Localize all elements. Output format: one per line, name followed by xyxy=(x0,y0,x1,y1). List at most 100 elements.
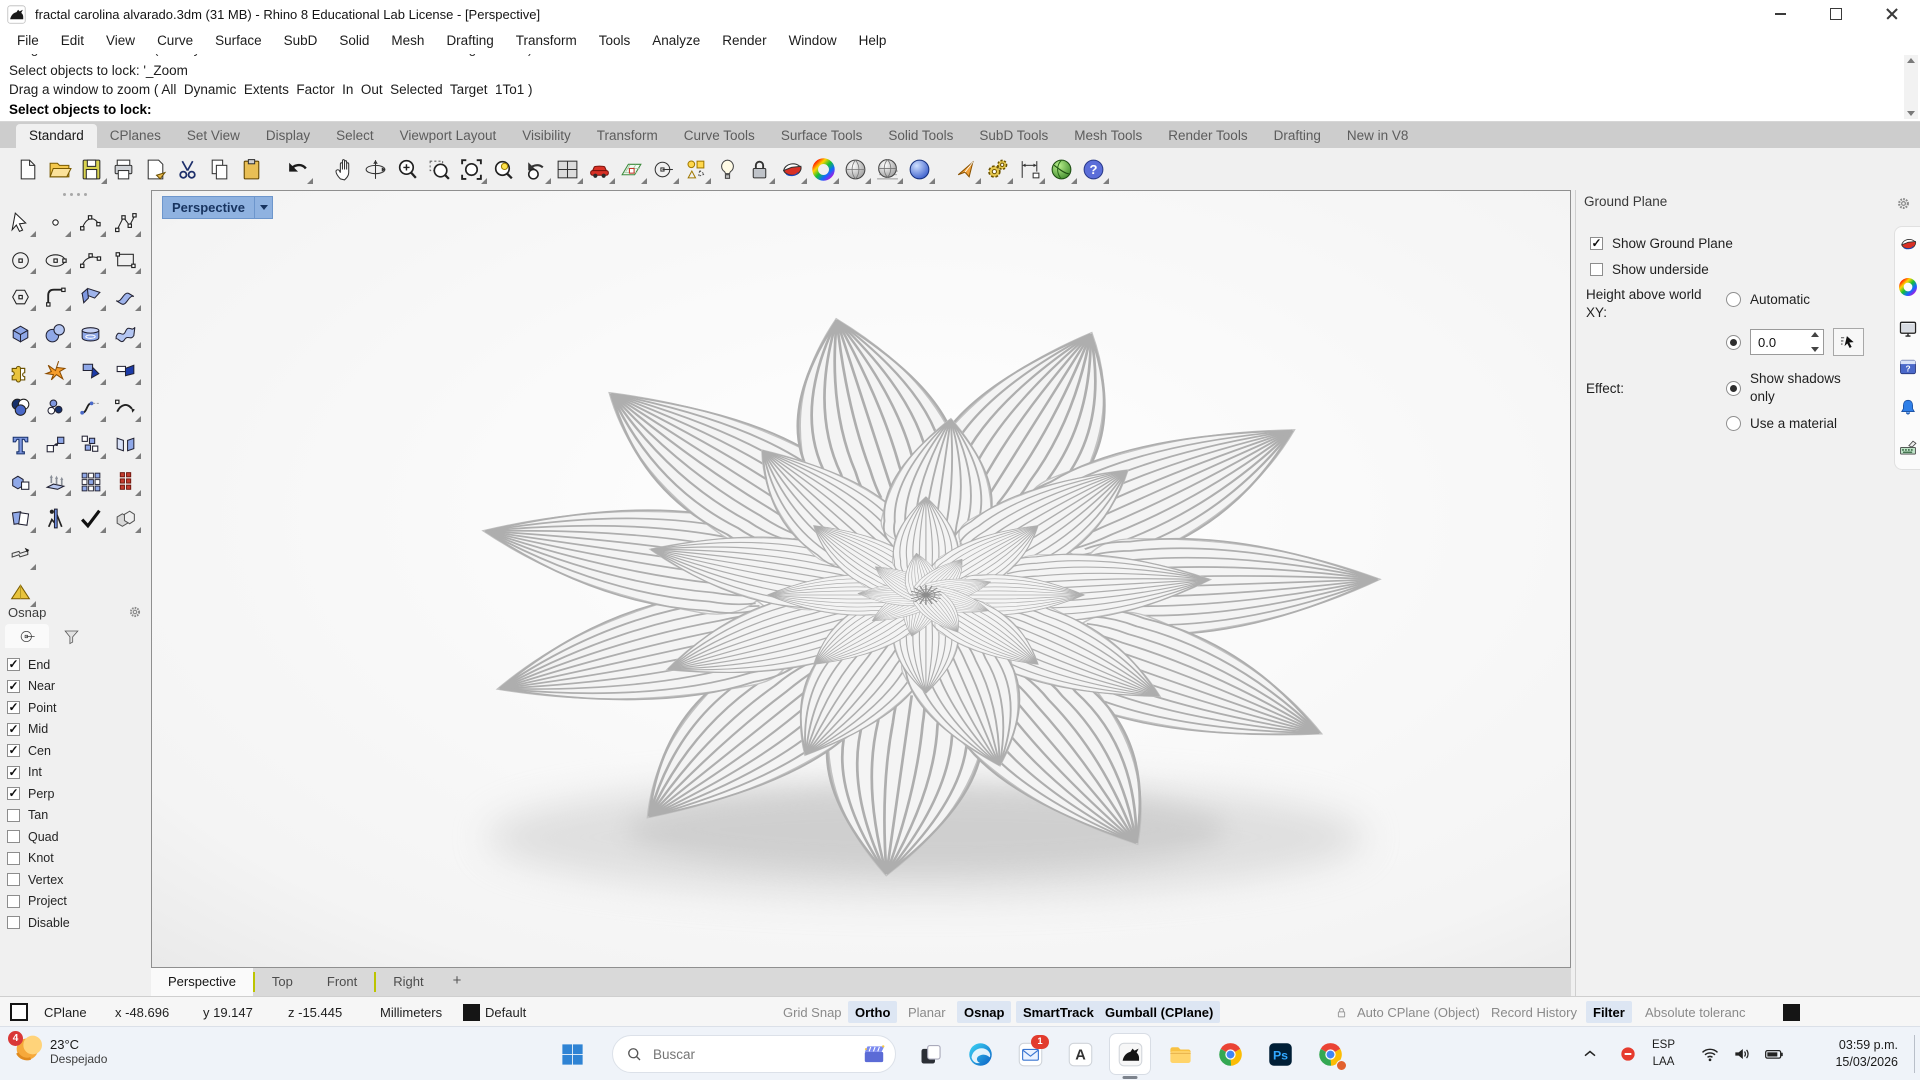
copy-button[interactable] xyxy=(204,154,234,184)
command-prompt[interactable]: Select objects to lock: xyxy=(9,99,1920,120)
toolbar-tab-visibility[interactable]: Visibility xyxy=(509,124,584,148)
tool-surface-points[interactable] xyxy=(75,281,105,311)
zoom-dynamic-button[interactable] xyxy=(392,154,422,184)
taskbar-app-rhino[interactable] xyxy=(1110,1034,1150,1074)
osnap-item-end[interactable]: ✓End xyxy=(7,654,150,676)
tool-fillet-curve[interactable] xyxy=(40,281,70,311)
cplane-grid-button[interactable] xyxy=(616,154,646,184)
osnap-item-point[interactable]: ✓Point xyxy=(7,697,150,719)
tool-surface-fold[interactable] xyxy=(110,281,140,311)
viewport-tab-right[interactable]: Right xyxy=(376,968,440,996)
viewport-tab-perspective[interactable]: Perspective xyxy=(151,968,253,996)
use-material-radio[interactable] xyxy=(1726,416,1741,431)
show-underside-row[interactable]: Show underside xyxy=(1590,262,1709,277)
viewport-layout-button[interactable] xyxy=(552,154,582,184)
sphere-grid-button[interactable] xyxy=(872,154,902,184)
help-button[interactable]: ? xyxy=(1078,154,1108,184)
toolbar-tab-surface-tools[interactable]: Surface Tools xyxy=(768,124,876,148)
pick-height-button[interactable] xyxy=(1833,328,1864,356)
toolbar-tab-select[interactable]: Select xyxy=(323,124,387,148)
open-file-button[interactable] xyxy=(44,154,74,184)
tool-text-object[interactable] xyxy=(5,429,35,459)
battery-icon[interactable] xyxy=(1764,1044,1784,1064)
tool-box[interactable] xyxy=(5,318,35,348)
osnap-checkbox-tan[interactable] xyxy=(7,809,20,822)
osnap-item-disable[interactable]: Disable xyxy=(7,912,150,934)
print-button[interactable] xyxy=(108,154,138,184)
new-file-button[interactable] xyxy=(12,154,42,184)
height-spinner[interactable] xyxy=(1808,332,1821,352)
menu-render[interactable]: Render xyxy=(711,28,777,54)
status-x-48-696[interactable]: x -48.696 xyxy=(115,997,169,1027)
cut-button[interactable] xyxy=(172,154,202,184)
tool-rectangular-array[interactable] xyxy=(75,466,105,496)
panel-settings-gear-icon[interactable] xyxy=(1896,196,1911,211)
taskbar-app-photoshop[interactable]: Ps xyxy=(1260,1034,1300,1074)
toolbar-tab-viewport-layout[interactable]: Viewport Layout xyxy=(387,124,510,148)
osnap-tab-filter[interactable] xyxy=(49,624,93,648)
viewport-3d-render[interactable] xyxy=(152,191,1570,967)
scroll-down-icon[interactable] xyxy=(1907,111,1915,116)
taskbar-app-chrome[interactable] xyxy=(1210,1034,1250,1074)
tool-ellipse[interactable] xyxy=(40,244,70,274)
pan-button[interactable] xyxy=(328,154,358,184)
status-y-19-147[interactable]: y 19.147 xyxy=(203,997,253,1027)
osnap-item-cen[interactable]: ✓Cen xyxy=(7,740,150,762)
render-sphere-button[interactable] xyxy=(840,154,870,184)
use-material-row[interactable]: Use a material xyxy=(1726,416,1837,431)
help-panel-tab-icon[interactable]: ? xyxy=(1898,357,1918,377)
tool-group-solids[interactable] xyxy=(110,503,140,533)
tool-select-arrow[interactable] xyxy=(5,207,35,237)
notification-cone-button[interactable] xyxy=(950,154,980,184)
menu-surface[interactable]: Surface xyxy=(204,28,273,54)
show-underside-checkbox[interactable] xyxy=(1590,263,1603,276)
named-views-button[interactable] xyxy=(584,154,614,184)
options-gear-button[interactable] xyxy=(982,154,1012,184)
taskbar-search[interactable] xyxy=(612,1035,896,1073)
toolbar-tab-set-view[interactable]: Set View xyxy=(174,124,253,148)
lock-objects-button[interactable] xyxy=(744,154,774,184)
status-default[interactable]: Default xyxy=(485,997,526,1027)
close-button[interactable] xyxy=(1864,0,1920,28)
render-blue-sphere-button[interactable] xyxy=(904,154,934,184)
toolbar-tab-standard[interactable]: Standard xyxy=(16,124,97,148)
display-panel-tab-icon[interactable] xyxy=(1898,234,1918,254)
tool-polygon[interactable] xyxy=(5,281,35,311)
add-viewport-tab-button[interactable]: + xyxy=(441,968,474,996)
osnap-checkbox-quad[interactable] xyxy=(7,830,20,843)
menu-curve[interactable]: Curve xyxy=(146,28,204,54)
manual-height-radio[interactable] xyxy=(1726,335,1741,350)
menu-analyze[interactable]: Analyze xyxy=(641,28,711,54)
tool-rectangle[interactable] xyxy=(110,244,140,274)
tool-surface-wave[interactable] xyxy=(110,318,140,348)
status-cplane[interactable]: CPlane xyxy=(44,997,87,1027)
osnap-item-vertex[interactable]: Vertex xyxy=(7,869,150,891)
shadows-only-radio[interactable] xyxy=(1726,381,1741,396)
osnap-item-near[interactable]: ✓Near xyxy=(7,676,150,698)
wifi-icon[interactable] xyxy=(1700,1044,1720,1064)
chevron-down-icon[interactable] xyxy=(255,197,272,218)
materials-panel-tab-icon[interactable] xyxy=(1898,277,1918,297)
status-smarttrack[interactable]: SmartTrack xyxy=(1016,1001,1101,1023)
menu-solid[interactable]: Solid xyxy=(328,28,380,54)
weather-widget[interactable]: 4 23°C Despejado xyxy=(10,1033,107,1069)
tool-spheres[interactable] xyxy=(40,318,70,348)
menu-window[interactable]: Window xyxy=(778,28,848,54)
tool-insert-block[interactable] xyxy=(75,429,105,459)
osnap-checkbox-perp[interactable]: ✓ xyxy=(7,787,20,800)
menu-subd[interactable]: SubD xyxy=(273,28,329,54)
toolbar-tab-subd-tools[interactable]: SubD Tools xyxy=(966,124,1061,148)
toolbar-tab-solid-tools[interactable]: Solid Tools xyxy=(875,124,966,148)
spin-up-icon[interactable] xyxy=(1811,332,1819,337)
zoom-selected-button[interactable] xyxy=(488,154,518,184)
tool-boolean-union[interactable] xyxy=(5,392,35,422)
search-highlight-icon[interactable] xyxy=(861,1041,887,1067)
height-input[interactable]: 0.0 xyxy=(1750,329,1824,355)
status-auto-cplane-object-[interactable]: Auto CPlane (Object) xyxy=(1357,997,1480,1027)
environment-sphere-button[interactable] xyxy=(1046,154,1076,184)
osnap-checkbox-int[interactable]: ✓ xyxy=(7,766,20,779)
paste-button[interactable] xyxy=(236,154,266,184)
osnap-settings-gear-icon[interactable] xyxy=(128,605,142,619)
macros-panel-tab-icon[interactable] xyxy=(1898,437,1918,457)
tool-join-surfaces[interactable] xyxy=(110,355,140,385)
